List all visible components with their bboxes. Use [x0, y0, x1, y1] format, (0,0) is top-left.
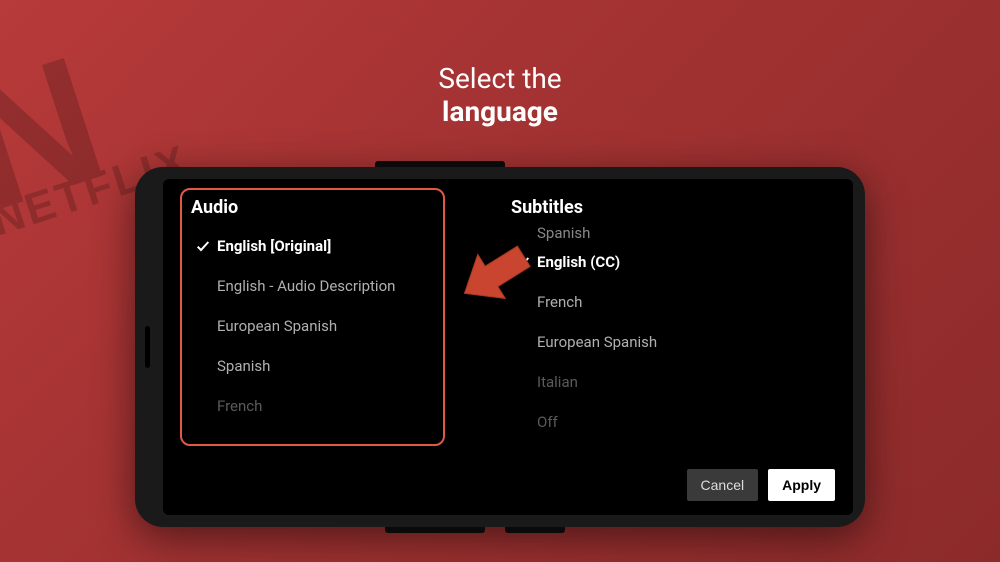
audio-column: Audio English [Original] English - Audio… — [191, 197, 511, 497]
audio-option-label: English - Audio Description — [217, 277, 395, 295]
phone-frame: Audio English [Original] English - Audio… — [135, 167, 865, 527]
phone-hardware-button — [505, 527, 565, 533]
phone-speaker — [145, 326, 150, 368]
subtitles-option-off[interactable]: Off — [511, 404, 831, 440]
check-icon — [195, 238, 217, 254]
subtitles-option-label: European Spanish — [537, 333, 657, 351]
audio-option-label: French — [217, 397, 262, 415]
cancel-button[interactable]: Cancel — [687, 469, 759, 501]
phone-screen: Audio English [Original] English - Audio… — [163, 179, 853, 515]
dialog-buttons: Cancel Apply — [687, 469, 835, 501]
subtitles-option-european-spanish[interactable]: European Spanish — [511, 324, 831, 360]
subtitles-option-label: Italian — [537, 373, 578, 391]
check-icon — [515, 254, 537, 270]
phone-hardware-button — [385, 527, 485, 533]
subtitles-option-partial[interactable]: Spanish — [511, 224, 831, 244]
audio-option-label: English [Original] — [217, 237, 331, 255]
audio-option-label: European Spanish — [217, 317, 337, 335]
instruction-header: Select the language — [438, 62, 561, 128]
subtitles-title: Subtitles — [511, 197, 831, 218]
audio-option-english-ad[interactable]: English - Audio Description — [191, 268, 511, 304]
subtitles-column: Subtitles Spanish English (CC) French — [511, 197, 831, 497]
subtitles-option-label: Off — [537, 413, 558, 431]
subtitles-option-label: French — [537, 293, 582, 311]
audio-option-english-original[interactable]: English [Original] — [191, 228, 511, 264]
subtitles-options-list: English (CC) French European Spanish — [511, 244, 831, 440]
audio-title: Audio — [191, 197, 511, 218]
subtitles-option-english-cc[interactable]: English (CC) — [511, 244, 831, 280]
audio-option-french[interactable]: French — [191, 388, 511, 424]
audio-options-list: English [Original] English - Audio Descr… — [191, 228, 511, 424]
audio-option-european-spanish[interactable]: European Spanish — [191, 308, 511, 344]
apply-button[interactable]: Apply — [768, 469, 835, 501]
audio-option-label: Spanish — [217, 357, 270, 375]
instruction-line1: Select the — [438, 62, 561, 95]
subtitles-option-label: English (CC) — [537, 253, 620, 271]
audio-option-spanish[interactable]: Spanish — [191, 348, 511, 384]
subtitles-option-french[interactable]: French — [511, 284, 831, 320]
subtitles-option-italian[interactable]: Italian — [511, 364, 831, 400]
instruction-line2: language — [438, 95, 561, 128]
